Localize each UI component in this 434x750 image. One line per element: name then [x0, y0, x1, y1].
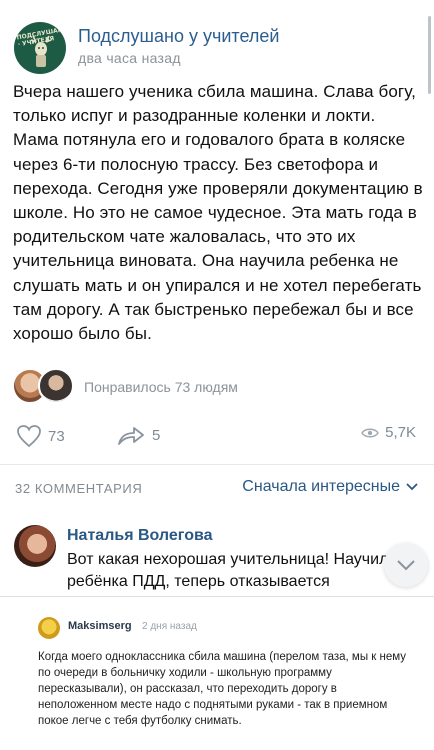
embedded-author: Maksimserg [68, 620, 132, 632]
embedded-time: 2 дня назад [142, 621, 197, 632]
like-button[interactable]: 73 [16, 424, 65, 448]
views-count: 5,7K [385, 424, 416, 441]
comment-author[interactable]: Наталья Волегова [67, 527, 213, 545]
comment-item: Наталья Волегова Вот какая нехорошая учи… [0, 515, 434, 601]
avatar [38, 617, 60, 639]
embedded-comment-screenshot: Maksimserg 2 дня назад Когда моего однок… [0, 596, 434, 750]
eye-icon [361, 428, 379, 437]
likers-row[interactable]: Понравилось 73 людям [12, 368, 312, 408]
divider [0, 464, 434, 465]
scrollbar[interactable] [428, 16, 431, 94]
avatar[interactable] [14, 525, 56, 567]
liker-avatar[interactable] [38, 368, 74, 404]
post-text: Вчера нашего ученика сбила машина. Слава… [13, 82, 423, 344]
deer-icon [30, 35, 52, 67]
share-count: 5 [152, 426, 161, 444]
comment-text-line: Вот какая нехорошая учительница! Научила [67, 551, 398, 568]
comment-text: Вот какая нехорошая учительница! Научила… [67, 549, 407, 593]
post-header: ПОДСЛУШАНО · УЧИТЕЛЯ Подслушано у учител… [12, 14, 422, 74]
post-actions: 73 5 5,7K [16, 424, 416, 450]
group-name[interactable]: Подслушано у учителей [78, 26, 279, 47]
likers-text[interactable]: Понравилось 73 людям [84, 379, 238, 395]
comments-bar: 32 КОММЕНТАРИЯ Сначала интересные [0, 476, 434, 502]
post-time: два часа назад [78, 50, 181, 66]
group-avatar[interactable]: ПОДСЛУШАНО · УЧИТЕЛЯ [14, 22, 66, 74]
sort-dropdown[interactable]: Сначала интересные [242, 478, 418, 496]
share-button[interactable]: 5 [116, 424, 160, 446]
scroll-down-button[interactable] [384, 543, 428, 587]
comments-count: 32 КОММЕНТАРИЯ [15, 481, 143, 496]
comment-text-line: ребёнка ПДД, теперь отказывается [67, 573, 330, 590]
chevron-down-icon [397, 559, 415, 570]
share-arrow-icon [118, 427, 144, 445]
views-counter: 5,7K [361, 424, 416, 441]
like-count: 73 [48, 427, 65, 445]
embedded-text: Когда моего одноклассника сбила машина (… [38, 651, 407, 727]
sort-label: Сначала интересные [242, 478, 400, 495]
heart-icon [17, 425, 41, 448]
chevron-down-icon [406, 483, 418, 491]
